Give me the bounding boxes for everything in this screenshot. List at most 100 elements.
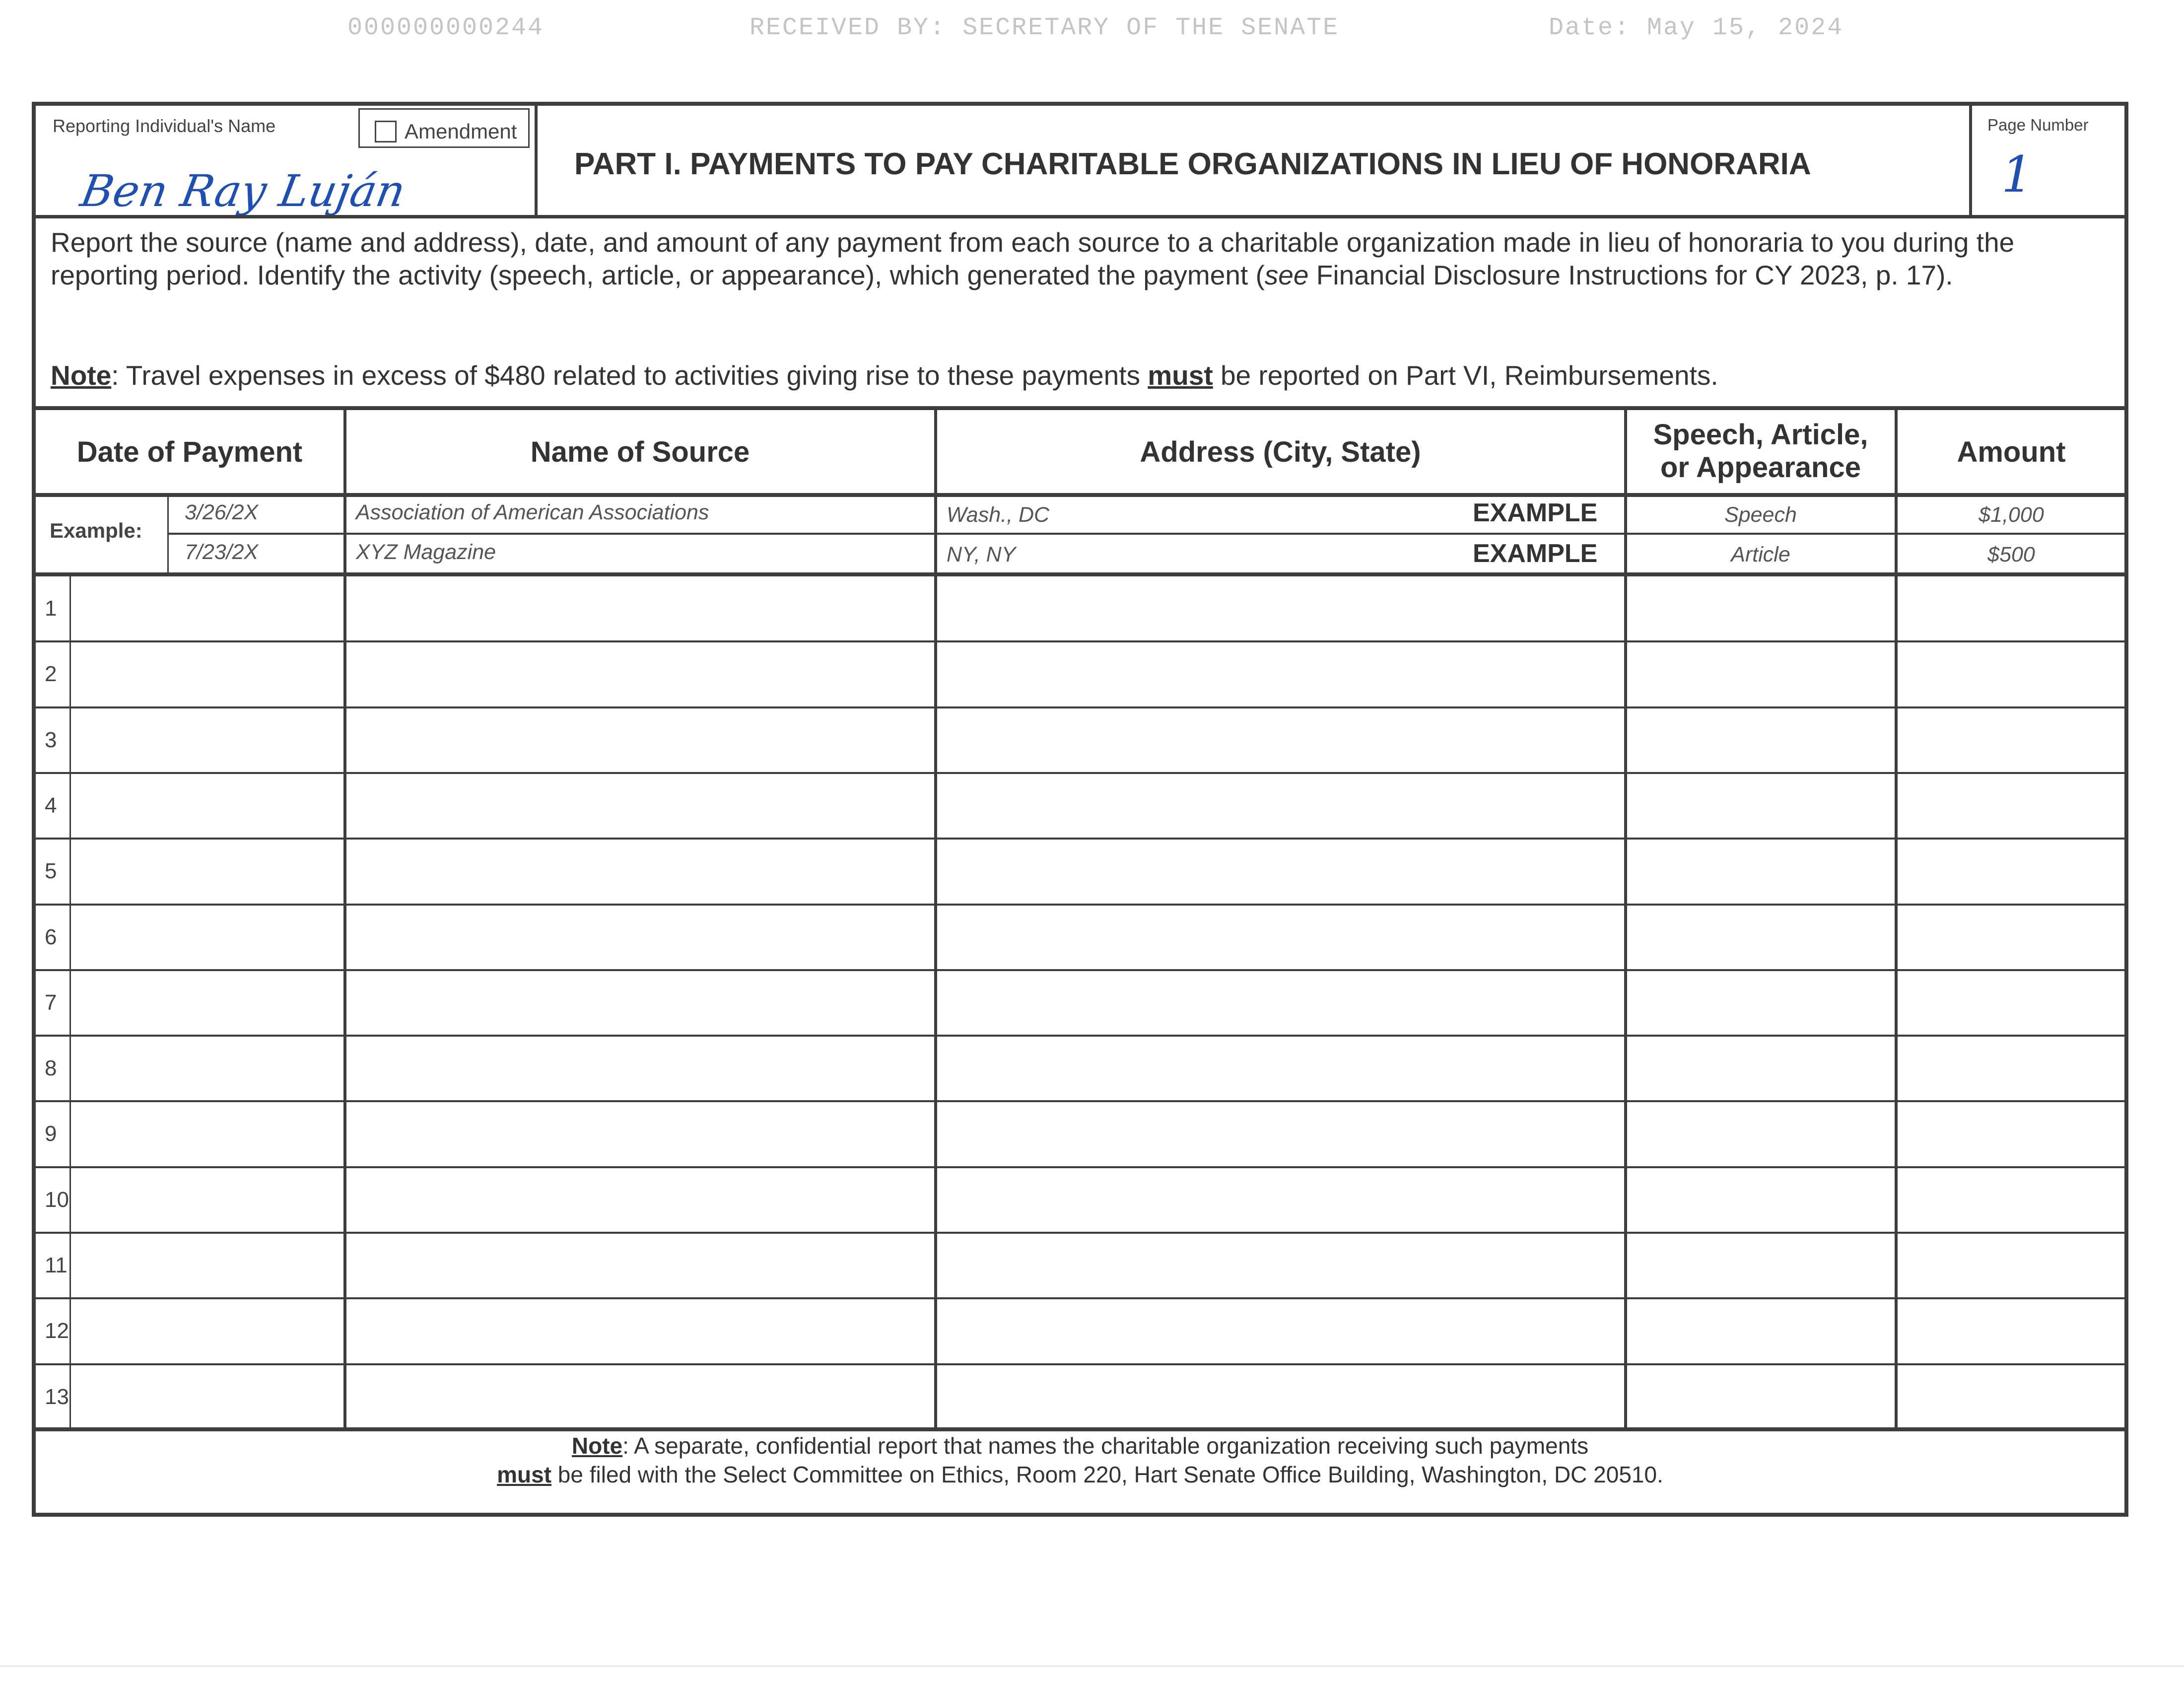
row-address-cell[interactable] (937, 972, 1624, 1033)
row-date-cell[interactable] (71, 1366, 343, 1427)
row-source-cell[interactable] (346, 1300, 934, 1361)
row-date-cell[interactable] (71, 577, 343, 639)
row-activity-cell[interactable] (1627, 1234, 1895, 1296)
row-amount-cell[interactable] (1898, 1169, 2124, 1230)
row-amount-cell[interactable] (1898, 1037, 2124, 1099)
amendment-checkbox[interactable] (375, 121, 397, 142)
example-1-tag: EXAMPLE (1473, 498, 1598, 527)
row-source-cell[interactable] (346, 972, 934, 1033)
example-2-address: NY, NY (947, 543, 1016, 566)
row-source-cell[interactable] (346, 840, 934, 902)
example-2-activity: Article (1731, 543, 1790, 566)
row-date-cell[interactable] (71, 1103, 343, 1164)
header-amount: Amount (1957, 436, 2066, 468)
row-divider (36, 1100, 2124, 1103)
row-amount-cell[interactable] (1898, 972, 2124, 1033)
row-number: 12 (45, 1319, 69, 1343)
row-number: 2 (45, 662, 57, 687)
page-number: 1 (2001, 145, 2033, 204)
row-date-cell[interactable] (71, 774, 343, 836)
row-address-cell[interactable] (937, 906, 1624, 968)
example-1-activity: Speech (1724, 503, 1797, 527)
row-date-cell[interactable] (71, 1234, 343, 1296)
row-divider (36, 903, 2124, 906)
row-activity-cell[interactable] (1627, 1169, 1895, 1230)
header-name-of-source: Name of Source (530, 436, 750, 468)
row-amount-cell[interactable] (1898, 840, 2124, 902)
row-source-cell[interactable] (346, 1169, 934, 1230)
row-source-cell[interactable] (346, 906, 934, 968)
example-2-tag: EXAMPLE (1473, 539, 1598, 568)
example-1-date: 3/26/2X (185, 500, 259, 524)
row-amount-cell[interactable] (1898, 577, 2124, 639)
row-address-cell[interactable] (937, 840, 1624, 902)
row-divider (36, 1297, 2124, 1300)
row-source-cell[interactable] (346, 709, 934, 771)
row-amount-cell[interactable] (1898, 709, 2124, 771)
row-source-cell[interactable] (346, 1037, 934, 1099)
example-label: Example: (50, 519, 142, 542)
row-source-cell[interactable] (346, 1103, 934, 1164)
row-address-cell[interactable] (937, 1169, 1624, 1230)
row-activity-cell[interactable] (1627, 709, 1895, 771)
row-amount-cell[interactable] (1898, 1103, 2124, 1164)
row-source-cell[interactable] (346, 774, 934, 836)
stamp-doc-id: 000000000244 (347, 14, 545, 42)
row-date-cell[interactable] (71, 643, 343, 704)
row-date-cell[interactable] (71, 972, 343, 1033)
row-amount-cell[interactable] (1898, 643, 2124, 704)
reporting-name-label: Reporting Individual's Name (53, 116, 276, 136)
row-amount-cell[interactable] (1898, 774, 2124, 836)
row-date-cell[interactable] (71, 709, 343, 771)
row-activity-cell[interactable] (1627, 840, 1895, 902)
row-number: 3 (45, 727, 57, 752)
header-activity: Speech, Article, or Appearance (1653, 419, 1868, 484)
row-source-cell[interactable] (346, 1366, 934, 1427)
row-amount-cell[interactable] (1898, 1234, 2124, 1296)
row-date-cell[interactable] (71, 1300, 343, 1361)
travel-note: Note: Travel expenses in excess of $480 … (51, 360, 1718, 391)
row-divider (36, 1363, 2124, 1365)
row-activity-cell[interactable] (1627, 577, 1895, 639)
row-source-cell[interactable] (346, 643, 934, 704)
row-address-cell[interactable] (937, 1300, 1624, 1361)
row-address-cell[interactable] (937, 643, 1624, 704)
row-amount-cell[interactable] (1898, 906, 2124, 968)
row-amount-cell[interactable] (1898, 1300, 2124, 1361)
row-divider (36, 706, 2124, 708)
disclosure-form: Reporting Individual's Name Amendment Be… (32, 102, 2128, 1517)
row-number: 4 (45, 793, 57, 818)
row-activity-cell[interactable] (1627, 1103, 1895, 1164)
row-activity-cell[interactable] (1627, 1300, 1895, 1361)
row-activity-cell[interactable] (1627, 1037, 1895, 1099)
row-address-cell[interactable] (937, 709, 1624, 771)
row-activity-cell[interactable] (1627, 906, 1895, 968)
row-source-cell[interactable] (346, 577, 934, 639)
row-source-cell[interactable] (346, 1234, 934, 1296)
row-address-cell[interactable] (937, 774, 1624, 836)
row-date-cell[interactable] (71, 1037, 343, 1099)
row-address-cell[interactable] (937, 1037, 1624, 1099)
row-activity-cell[interactable] (1627, 643, 1895, 704)
row-number: 9 (45, 1122, 57, 1146)
row-number: 8 (45, 1056, 57, 1081)
row-divider (36, 640, 2124, 643)
row-divider (36, 772, 2124, 774)
row-activity-cell[interactable] (1627, 774, 1895, 836)
row-activity-cell[interactable] (1627, 972, 1895, 1033)
example-1-amount: $1,000 (1979, 503, 2044, 527)
row-amount-cell[interactable] (1898, 1366, 2124, 1427)
row-divider (36, 1166, 2124, 1168)
row-address-cell[interactable] (937, 577, 1624, 639)
row-address-cell[interactable] (937, 1103, 1624, 1164)
amendment-box[interactable]: Amendment (358, 108, 530, 148)
row-date-cell[interactable] (71, 1169, 343, 1230)
row-date-cell[interactable] (71, 906, 343, 968)
row-address-cell[interactable] (937, 1366, 1624, 1427)
row-activity-cell[interactable] (1627, 1366, 1895, 1427)
reporting-name-signature: Ben Ray Luján (76, 165, 410, 216)
example-2-date: 7/23/2X (185, 540, 259, 564)
received-stamp: 000000000244 RECEIVED BY: SECRETARY OF T… (0, 14, 2184, 49)
row-address-cell[interactable] (937, 1234, 1624, 1296)
row-date-cell[interactable] (71, 840, 343, 902)
